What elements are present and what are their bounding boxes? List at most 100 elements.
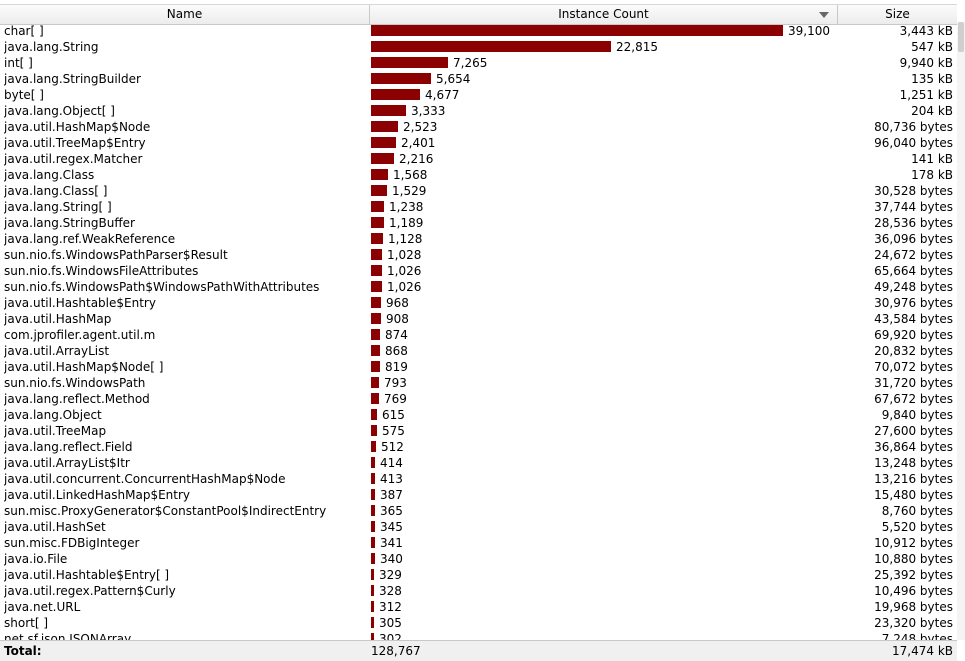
table-row[interactable]: java.util.HashMap$Node[ ] 819 70,072 bytes (0, 359, 957, 375)
table-row[interactable]: net.sf.json.JSONArray 302 7,248 bytes (0, 631, 957, 640)
table-row[interactable]: short[ ] 305 23,320 bytes (0, 615, 957, 631)
table-row[interactable]: java.util.TreeMap$Entry 2,401 96,040 bytes (0, 135, 957, 151)
table-row[interactable]: java.util.regex.Matcher 2,216 141 kB (0, 151, 957, 167)
table-row[interactable]: sun.nio.fs.WindowsPathParser$Result 1,028… (0, 247, 957, 263)
table-row[interactable]: int[ ] 7,265 9,940 kB (0, 55, 957, 71)
table-row[interactable]: java.util.HashMap$Node 2,523 80,736 bytes (0, 119, 957, 135)
table-row[interactable]: java.lang.Object[ ] 3,333 204 kB (0, 103, 957, 119)
table-row[interactable]: java.net.URL 312 19,968 bytes (0, 599, 957, 615)
instance-count-cell: 908 (386, 312, 409, 326)
class-name-cell: char[ ] (4, 24, 44, 38)
size-cell: 3,443 kB (899, 24, 953, 38)
table-row[interactable]: java.lang.reflect.Method 769 67,672 bytes (0, 391, 957, 407)
class-name-cell: java.io.File (4, 552, 68, 566)
table-row[interactable]: sun.misc.ProxyGenerator$ConstantPool$Ind… (0, 503, 957, 519)
size-cell: 31,720 bytes (874, 376, 953, 390)
table-row[interactable]: java.util.ArrayList 868 20,832 bytes (0, 343, 957, 359)
class-name-cell: sun.nio.fs.WindowsPathParser$Result (4, 248, 228, 262)
size-cell: 178 kB (911, 168, 953, 182)
class-name-cell: byte[ ] (4, 88, 44, 102)
table-row[interactable]: java.util.LinkedHashMap$Entry 387 15,480 b… (0, 487, 957, 503)
table-row[interactable]: java.lang.StringBuffer 1,189 28,536 bytes (0, 215, 957, 231)
instance-count-bar (371, 457, 375, 468)
instance-count-cell: 868 (385, 344, 408, 358)
table-row[interactable]: java.lang.StringBuilder 5,654 135 kB (0, 71, 957, 87)
table-row[interactable]: char[ ] 39,100 3,443 kB (0, 23, 957, 39)
size-cell: 96,040 bytes (874, 136, 953, 150)
size-cell: 30,528 bytes (874, 184, 953, 198)
instance-count-bar (371, 425, 377, 436)
table-row[interactable]: java.lang.String 22,815 547 kB (0, 39, 957, 55)
size-cell: 30,976 bytes (874, 296, 953, 310)
size-cell: 13,216 bytes (874, 472, 953, 486)
instance-count-cell: 22,815 (616, 40, 658, 54)
table-row[interactable]: byte[ ] 4,677 1,251 kB (0, 87, 957, 103)
vertical-scrollbar[interactable] (957, 22, 965, 640)
table-row[interactable]: java.util.concurrent.ConcurrentHashMap$N… (0, 471, 957, 487)
class-name-cell: java.util.Hashtable$Entry[ ] (4, 568, 170, 582)
instance-count-cell: 2,216 (399, 152, 434, 166)
instance-count-bar (371, 505, 375, 516)
table-row[interactable]: java.lang.ref.WeakReference 1,128 36,096 b… (0, 231, 957, 247)
instance-count-cell: 312 (379, 600, 402, 614)
size-cell: 20,832 bytes (874, 344, 953, 358)
instance-count-bar (371, 489, 375, 500)
class-name-cell: java.lang.Class[ ] (4, 184, 108, 198)
instance-count-cell: 1,238 (389, 200, 424, 214)
class-name-cell: com.jprofiler.agent.util.m (4, 328, 156, 342)
instance-count-bar (371, 201, 384, 212)
table-row[interactable]: com.jprofiler.agent.util.m 874 69,920 byte… (0, 327, 957, 343)
scrollbar-thumb[interactable] (958, 22, 964, 52)
class-name-cell: java.lang.Object[ ] (4, 104, 115, 118)
column-header-size[interactable]: Size (838, 5, 957, 24)
size-cell: 10,496 bytes (874, 584, 953, 598)
class-name-cell: java.util.HashSet (4, 520, 106, 534)
size-cell: 49,248 bytes (874, 280, 953, 294)
instance-count-bar (371, 361, 380, 372)
instance-count-bar (371, 617, 374, 628)
table-row[interactable]: java.util.Hashtable$Entry[ ] 329 25,392 by… (0, 567, 957, 583)
instance-count-cell: 1,026 (387, 280, 422, 294)
class-name-cell: java.util.ArrayList (4, 344, 110, 358)
table-row[interactable]: java.util.Hashtable$Entry 968 30,976 bytes (0, 295, 957, 311)
class-name-cell: java.util.regex.Matcher (4, 152, 143, 166)
table-row[interactable]: java.util.HashSet 345 5,520 bytes (0, 519, 957, 535)
instance-count-cell: 1,189 (389, 216, 424, 230)
instance-count-cell: 1,529 (392, 184, 427, 198)
instance-count-bar (371, 105, 406, 116)
column-header-name-label: Name (166, 7, 203, 21)
column-header-name[interactable]: Name (0, 5, 370, 24)
instance-count-cell: 512 (381, 440, 404, 454)
table-row[interactable]: java.lang.String[ ] 1,238 37,744 bytes (0, 199, 957, 215)
size-cell: 67,672 bytes (874, 392, 953, 406)
class-name-cell: java.util.HashMap (4, 312, 112, 326)
instance-count-cell: 1,028 (387, 248, 422, 262)
table-row[interactable]: sun.nio.fs.WindowsPath$WindowsPathWithAt… (0, 279, 957, 295)
table-row[interactable]: sun.nio.fs.WindowsFileAttributes 1,026 65,… (0, 263, 957, 279)
instance-count-bar (371, 553, 375, 564)
class-name-cell: java.net.URL (4, 600, 81, 614)
table-row[interactable]: java.util.HashMap 908 43,584 bytes (0, 311, 957, 327)
table-row[interactable]: java.util.regex.Pattern$Curly 328 10,496 b… (0, 583, 957, 599)
class-name-cell: java.lang.StringBuffer (4, 216, 135, 230)
table-row[interactable]: java.lang.reflect.Field 512 36,864 bytes (0, 439, 957, 455)
instance-count-cell: 302 (379, 632, 402, 640)
size-cell: 69,920 bytes (874, 328, 953, 342)
table-header: Name Instance Count Size (0, 4, 957, 25)
table-row[interactable]: java.util.ArrayList$Itr 414 13,248 bytes (0, 455, 957, 471)
column-header-instance-count[interactable]: Instance Count (370, 5, 838, 24)
table-row[interactable]: java.lang.Object 615 9,840 bytes (0, 407, 957, 423)
table-row[interactable]: java.lang.Class 1,568 178 kB (0, 167, 957, 183)
size-cell: 8,760 bytes (881, 504, 953, 518)
table-row[interactable]: java.io.File 340 10,880 bytes (0, 551, 957, 567)
size-cell: 13,248 bytes (874, 456, 953, 470)
instance-count-bar (371, 153, 394, 164)
table-row[interactable]: sun.nio.fs.WindowsPath 793 31,720 bytes (0, 375, 957, 391)
table-body: char[ ] 39,100 3,443 kB java.lang.String 22,… (0, 23, 957, 640)
table-row[interactable]: sun.misc.FDBigInteger 341 10,912 bytes (0, 535, 957, 551)
instance-count-bar (371, 585, 374, 596)
class-name-cell: java.util.TreeMap$Entry (4, 136, 146, 150)
table-row[interactable]: java.util.TreeMap 575 27,600 bytes (0, 423, 957, 439)
table-row[interactable]: java.lang.Class[ ] 1,529 30,528 bytes (0, 183, 957, 199)
size-cell: 5,520 bytes (881, 520, 953, 534)
